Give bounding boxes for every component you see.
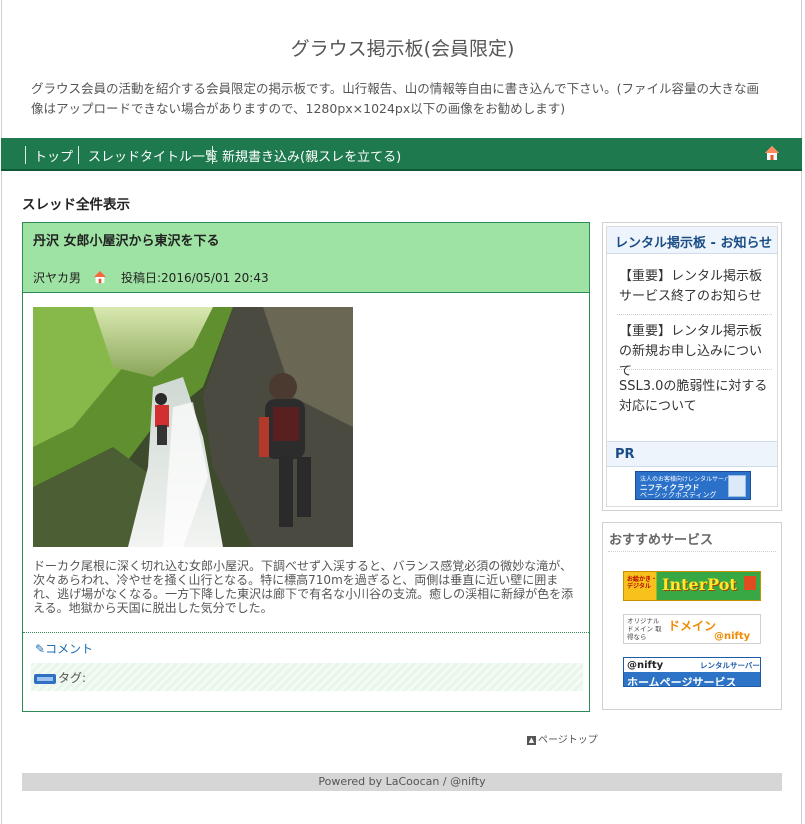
sidebar-recommend: おすすめサービス お絵かき・デジタル InterPot オリジナル ドメイン 取… [602, 522, 782, 710]
nav-separator [25, 146, 26, 164]
homepage-banner-tag: レンタルサーバー [700, 661, 760, 670]
site-description: グラウス会員の活動を紹介する会員限定の掲示板です。山行報告、山の情報等自由に書き… [31, 81, 760, 116]
nav-separator [212, 146, 213, 164]
domain-banner[interactable]: オリジナル ドメイン 取得なら ドメイン @nifty [623, 614, 761, 644]
recommend-divider [608, 551, 776, 552]
pr-banner[interactable]: 法人のお客様向けレンタルサーバー ニフティクラウド ベーシックホスティング [635, 471, 751, 500]
page-top-link[interactable]: ▲ ページトップ [527, 731, 598, 746]
section-title: スレッド全件表示 [22, 197, 130, 213]
pr-heading: PR [607, 441, 777, 467]
post-header: 丹沢 女郎小屋沢から東沢を下る 沢ヤカ男 投稿日:2016/05/01 20:4… [23, 223, 589, 293]
tag-label: タグ: [58, 671, 87, 685]
pencil-icon: ✎ [35, 642, 46, 656]
tag-bar: タグ: [31, 663, 583, 691]
thread-post: 丹沢 女郎小屋沢から東沢を下る 沢ヤカ男 投稿日:2016/05/01 20:4… [22, 222, 590, 712]
pr-heading-label: PR [615, 447, 635, 462]
home-icon[interactable] [764, 145, 780, 161]
server-icon [728, 475, 746, 497]
tag-icon [34, 674, 56, 684]
site-title: グラウス掲示板(会員限定) [290, 38, 515, 60]
news-heading: レンタル掲示板 - お知らせ [607, 227, 777, 254]
sidebar-news-inner: レンタル掲示板 - お知らせ 【重要】レンタル掲示板サービス終了のお知らせ 【重… [606, 226, 778, 507]
news-item[interactable]: 【重要】レンタル掲示板サービス終了のお知らせ [619, 267, 769, 307]
interpot-banner[interactable]: お絵かき・デジタル InterPot [623, 571, 761, 601]
news-item[interactable]: SSL3.0の脆弱性に対する対応について [619, 377, 769, 417]
news-separator [617, 369, 772, 370]
sidebar-news: レンタル掲示板 - お知らせ 【重要】レンタル掲示板サービス終了のお知らせ 【重… [602, 222, 782, 511]
author-home-icon[interactable] [93, 270, 107, 284]
page-top-label: ページトップ [538, 735, 598, 746]
arrow-up-icon: ▲ [527, 735, 536, 745]
post-divider [23, 632, 589, 633]
comment-label: コメント [45, 642, 94, 656]
domain-banner-brand: @nifty [714, 631, 751, 642]
post-title: 丹沢 女郎小屋沢から東沢を下る [33, 234, 220, 249]
post-author: 沢ヤカ男 [33, 271, 82, 285]
nav-separator [78, 146, 79, 164]
domain-banner-title: ドメイン [668, 619, 717, 633]
homepage-service-banner[interactable]: @nifty レンタルサーバー ホームページサービス [623, 657, 761, 687]
interpot-banner-title: InterPot [662, 575, 737, 594]
nav-new-post-link[interactable]: 新規書き込み(親スレを立てる) [222, 146, 401, 165]
news-heading-label: レンタル掲示板 - お知らせ [615, 236, 773, 251]
house-icon [744, 576, 756, 590]
footer: Powered by LaCoocan / @nifty [22, 773, 782, 791]
domain-banner-left: オリジナル ドメイン 取得なら [627, 617, 662, 641]
homepage-banner-brand: @nifty [627, 660, 664, 671]
nav-bar: トップ スレッドタイトル一覧 新規書き込み(親スレを立てる) [1, 138, 802, 171]
news-item[interactable]: 【重要】レンタル掲示板の新規お申し込みについて [619, 322, 769, 382]
comment-link[interactable]: ✎コメント [35, 640, 93, 657]
homepage-banner-title: ホームページサービス [627, 676, 737, 687]
nav-top-link[interactable]: トップ [34, 146, 73, 165]
recommend-heading: おすすめサービス [609, 533, 714, 548]
nav-thread-list-link[interactable]: スレッドタイトル一覧 [88, 146, 218, 165]
pr-banner-line3: ベーシックホスティング [640, 491, 717, 499]
post-date: 投稿日:2016/05/01 20:43 [121, 271, 269, 285]
interpot-banner-small: お絵かき・デジタル [627, 576, 658, 590]
post-body: ドーカク尾根に深く切れ込む女郎小屋沢。下調べせず入渓すると、バランス感覚必須の微… [33, 559, 574, 615]
news-separator [617, 314, 772, 315]
post-photo [33, 307, 353, 547]
